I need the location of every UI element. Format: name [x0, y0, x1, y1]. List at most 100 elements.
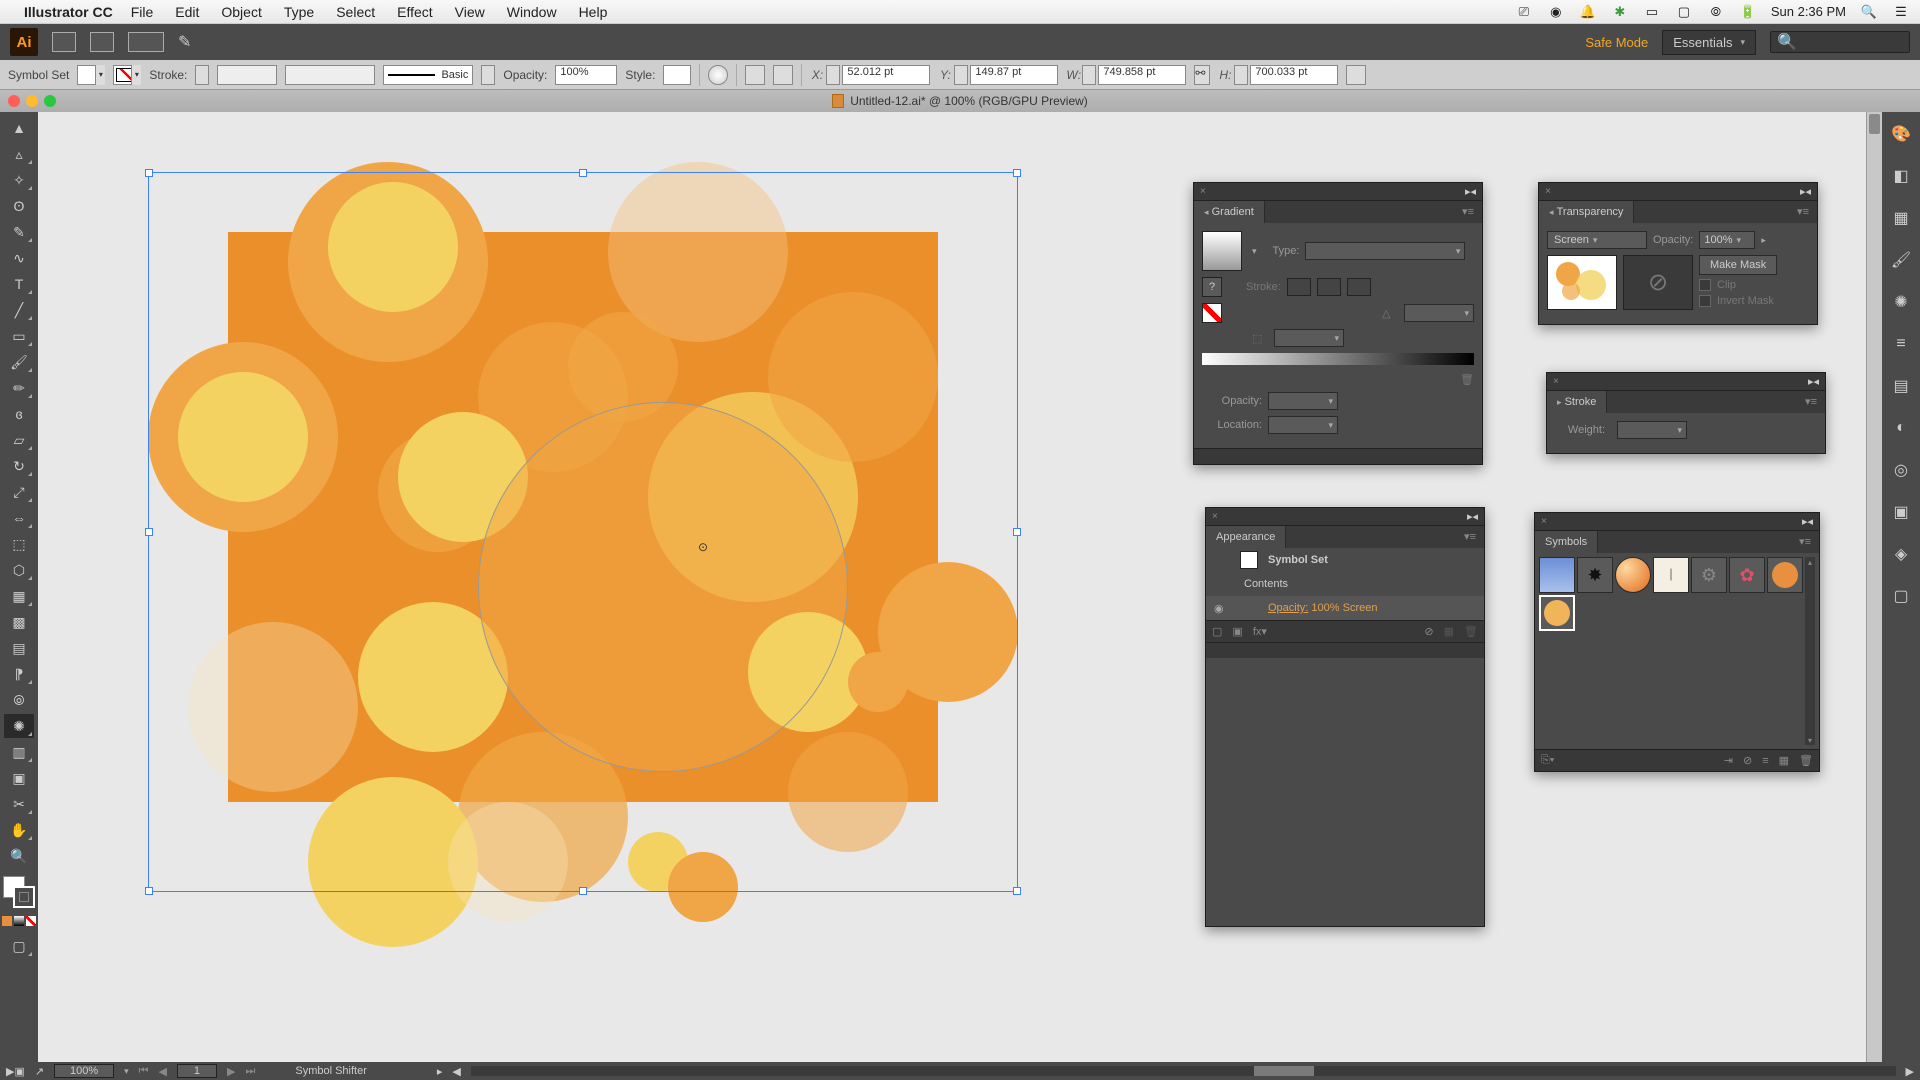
clear-appearance-icon[interactable]: ⊘ — [1424, 625, 1433, 638]
gradient-preview[interactable] — [1202, 231, 1242, 271]
brushes-panel-icon[interactable]: 🖌 — [1889, 248, 1913, 272]
var-width-profile-combo[interactable] — [285, 65, 375, 85]
fill-stroke-swatch[interactable] — [3, 876, 35, 910]
collapse-icon[interactable]: ▸◂ — [1800, 185, 1811, 198]
new-symbol-icon[interactable]: ▦ — [1779, 754, 1789, 767]
scroll-down-icon[interactable]: ▾ — [1805, 735, 1815, 745]
tab-gradient[interactable]: ◂ Gradient — [1194, 201, 1265, 223]
airplay-icon[interactable]: ▢ — [1675, 4, 1693, 20]
slider-arrow-icon[interactable]: ▸ — [1761, 235, 1766, 246]
screen-mode-icon[interactable]: ▢ — [4, 934, 34, 958]
gradient-location-select[interactable] — [1268, 416, 1338, 434]
scrollbar-thumb[interactable] — [1254, 1066, 1314, 1076]
tab-symbols[interactable]: Symbols — [1535, 531, 1598, 553]
collapse-icon[interactable]: ▸◂ — [1465, 185, 1476, 198]
direct-selection-tool-icon[interactable]: ▵ — [4, 142, 34, 166]
hand-tool-icon[interactable]: ✋ — [4, 818, 34, 842]
color-mode-none[interactable] — [26, 916, 36, 926]
symbol-flower[interactable]: ✿ — [1729, 557, 1765, 593]
collapse-icon[interactable]: ▸◂ — [1467, 510, 1478, 523]
menu-view[interactable]: View — [455, 4, 485, 20]
slice-tool-icon[interactable]: ✂ — [4, 792, 34, 816]
menu-list-icon[interactable]: ☰ — [1892, 4, 1910, 20]
chevron-down-icon[interactable]: ▾ — [124, 1066, 129, 1077]
close-icon[interactable]: × — [1541, 516, 1547, 527]
stroke-panel-icon[interactable]: ≡ — [1889, 332, 1913, 356]
close-icon[interactable]: × — [1200, 186, 1206, 197]
eyedropper-tool-icon[interactable]: ⁋ — [4, 662, 34, 686]
stroke-grad-btn3[interactable] — [1347, 278, 1371, 296]
stroke-swatch[interactable]: ▾ — [113, 65, 141, 85]
gradient-ramp[interactable] — [1202, 353, 1474, 365]
menu-select[interactable]: Select — [336, 4, 375, 20]
new-stroke-icon[interactable]: ▢ — [1212, 625, 1222, 638]
shape-builder-tool-icon[interactable]: ⬡ — [4, 558, 34, 582]
panel-titlebar[interactable]: ×▸◂ — [1539, 183, 1817, 201]
scroll-up-icon[interactable]: ▴ — [1805, 557, 1815, 567]
symbol-options-icon[interactable]: ≡ — [1762, 755, 1768, 767]
nav-first-icon[interactable]: ⏮ — [139, 1065, 149, 1078]
panel-titlebar[interactable]: × ▸◂ — [1547, 373, 1825, 391]
stroke-weight-stepper[interactable] — [195, 65, 209, 85]
artboard-tool-icon[interactable]: ▣ — [4, 766, 34, 790]
layers-panel-icon[interactable]: ◈ — [1889, 542, 1913, 566]
stock-icon[interactable] — [90, 32, 114, 52]
stroke-color-swatch[interactable] — [13, 886, 35, 908]
collapse-icon[interactable]: ▸◂ — [1808, 375, 1819, 388]
status-icon[interactable]: ▶▣ — [6, 1065, 25, 1078]
panel-titlebar[interactable]: ×▸◂ — [1535, 513, 1819, 531]
canvas[interactable]: ⊙ ×▸◂ ◂ Gradient▾≡ ▾ Type: — [38, 112, 1882, 1062]
fill-swatch[interactable]: ▾ — [77, 65, 105, 85]
rotate-tool-icon[interactable]: ↻ — [4, 454, 34, 478]
workspace-switcher[interactable]: Essentials ▾ — [1662, 30, 1756, 55]
resize-handle-mr[interactable] — [1013, 528, 1021, 536]
menu-help[interactable]: Help — [579, 4, 608, 20]
close-icon[interactable]: × — [1212, 511, 1218, 522]
delete-item-icon[interactable]: 🗑 — [1464, 625, 1478, 638]
panel-titlebar[interactable]: × ▸◂ — [1206, 508, 1484, 526]
w-stepper[interactable] — [1082, 65, 1096, 85]
menu-object[interactable]: Object — [221, 4, 261, 20]
panel-menu-icon[interactable]: ▾≡ — [1791, 531, 1819, 553]
resize-handle-bl[interactable] — [145, 887, 153, 895]
status-icon2[interactable]: ↗ — [35, 1065, 44, 1078]
swatches-panel-icon[interactable]: ▦ — [1889, 206, 1913, 230]
shape-notes-icon[interactable] — [1346, 65, 1366, 85]
width-tool-icon[interactable]: ⇔ — [4, 506, 34, 530]
appearance-opacity-link[interactable]: Opacity: — [1268, 602, 1308, 614]
canvas-vertical-scrollbar[interactable] — [1866, 112, 1882, 1062]
panel-titlebar[interactable]: × ▸◂ — [1194, 183, 1482, 201]
close-icon[interactable]: × — [1553, 376, 1559, 387]
artboard-num-input[interactable]: 1 — [177, 1064, 217, 1078]
selection-tool-icon[interactable]: ▲ — [4, 116, 34, 140]
resize-handle-tl[interactable] — [145, 169, 153, 177]
notification-bell-icon[interactable]: 🔔 — [1579, 4, 1597, 20]
panel-menu-icon[interactable]: ▾≡ — [1789, 201, 1817, 223]
place-symbol-icon[interactable]: ⇥ — [1724, 754, 1733, 767]
curvature-tool-icon[interactable]: ∿ — [4, 246, 34, 270]
cc-cloud-icon[interactable]: ◉ — [1547, 4, 1565, 20]
scroll-left-icon[interactable]: ◀ — [452, 1065, 460, 1078]
menu-file[interactable]: File — [131, 4, 154, 20]
new-fill-icon[interactable]: ▣ — [1232, 625, 1242, 638]
scrollbar-thumb[interactable] — [1869, 114, 1880, 134]
link-wh-icon[interactable]: ⚯ — [1194, 65, 1210, 85]
transp-opacity-select[interactable]: 100% — [1699, 231, 1755, 249]
status-menu-icon[interactable]: ▸ — [437, 1065, 443, 1078]
nav-next-icon[interactable]: ▶ — [227, 1065, 235, 1078]
y-stepper[interactable] — [954, 65, 968, 85]
symbol-ink-splat[interactable]: ✸ — [1577, 557, 1613, 593]
clock-datetime[interactable]: Sun 2:36 PM — [1771, 4, 1846, 19]
free-transform-tool-icon[interactable]: ⬚ — [4, 532, 34, 556]
resize-handle-br[interactable] — [1013, 887, 1021, 895]
symbol-label[interactable]: ┃ — [1653, 557, 1689, 593]
symbol-sprayer-tool-icon[interactable]: ✺ — [4, 714, 34, 738]
nav-last-icon[interactable]: ⏭ — [245, 1065, 255, 1078]
tab-stroke[interactable]: ▸ Stroke — [1547, 391, 1607, 413]
invert-mask-checkbox[interactable] — [1699, 295, 1711, 307]
transparency-thumbnail[interactable] — [1547, 255, 1617, 310]
minimize-window-button[interactable] — [26, 95, 38, 107]
nav-prev-icon[interactable]: ◀ — [159, 1065, 167, 1078]
gradient-type-select[interactable] — [1305, 242, 1465, 260]
horizontal-scrollbar[interactable]: ◀ ▶ — [452, 1065, 1914, 1078]
